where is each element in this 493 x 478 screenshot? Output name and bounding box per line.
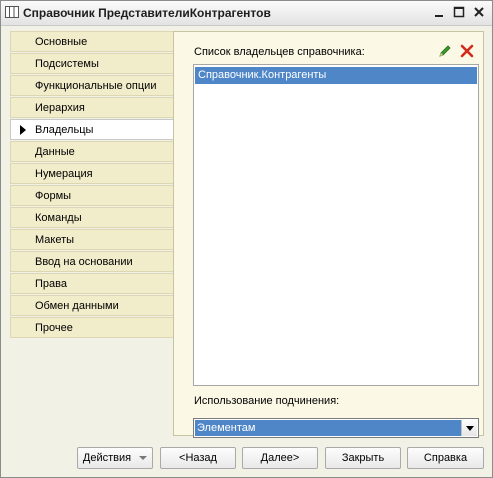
nav-item-other[interactable]: Прочее bbox=[10, 317, 173, 338]
actions-button[interactable]: Действия bbox=[77, 447, 153, 469]
list-item[interactable]: Справочник.Контрагенты bbox=[195, 67, 477, 84]
nav-item-forms[interactable]: Формы bbox=[10, 185, 173, 206]
nav-item-hierarchy[interactable]: Иерархия bbox=[10, 97, 173, 118]
nav-item-label: Данные bbox=[35, 146, 75, 158]
nav-item-numbering[interactable]: Нумерация bbox=[10, 163, 173, 184]
close-label: Закрыть bbox=[341, 452, 385, 464]
nav-item-basic[interactable]: Основные bbox=[10, 31, 173, 52]
chevron-down-icon bbox=[139, 456, 148, 461]
nav-item-subsystems[interactable]: Подсистемы bbox=[10, 53, 173, 74]
subordination-value: Элементам bbox=[195, 420, 461, 436]
help-button[interactable]: Справка bbox=[407, 447, 484, 469]
next-label: Далее> bbox=[260, 452, 300, 464]
title-bar: Справочник ПредставителиКонтрагентов bbox=[1, 1, 492, 26]
nav-item-owners[interactable]: Владельцы bbox=[10, 119, 173, 140]
window-title: Справочник ПредставителиКонтрагентов bbox=[23, 6, 271, 20]
pencil-icon[interactable] bbox=[438, 44, 452, 58]
delete-icon[interactable] bbox=[460, 44, 474, 58]
nav-item-label: Основные bbox=[35, 36, 88, 48]
nav-item-rights[interactable]: Права bbox=[10, 273, 173, 294]
subordination-value-text: Элементам bbox=[197, 422, 256, 434]
back-label: <Назад bbox=[179, 452, 217, 464]
nav-item-label: Ввод на основании bbox=[35, 256, 133, 268]
minimize-icon[interactable] bbox=[431, 4, 447, 20]
back-button[interactable]: <Назад bbox=[160, 447, 236, 469]
section-nav: Основные Подсистемы Функциональные опции… bbox=[10, 31, 173, 339]
close-icon[interactable] bbox=[471, 4, 487, 20]
owners-list[interactable]: Справочник.Контрагенты bbox=[193, 64, 479, 386]
nav-item-commands[interactable]: Команды bbox=[10, 207, 173, 228]
nav-item-label: Права bbox=[35, 278, 67, 290]
subordination-label: Использование подчинения: bbox=[194, 395, 340, 407]
nav-item-data[interactable]: Данные bbox=[10, 141, 173, 162]
nav-item-label: Макеты bbox=[35, 234, 75, 246]
nav-item-data-exchange[interactable]: Обмен данными bbox=[10, 295, 173, 316]
nav-item-label: Формы bbox=[35, 190, 72, 202]
list-item-label: Справочник.Контрагенты bbox=[198, 69, 327, 81]
nav-item-label: Иерархия bbox=[35, 102, 85, 114]
next-button[interactable]: Далее> bbox=[242, 447, 318, 469]
nav-item-label: Подсистемы bbox=[35, 58, 99, 70]
close-button[interactable]: Закрыть bbox=[325, 447, 401, 469]
nav-item-label: Нумерация bbox=[35, 168, 93, 180]
triangle-right-icon bbox=[20, 125, 26, 135]
table-icon bbox=[5, 6, 19, 18]
owners-list-label: Список владельцев справочника: bbox=[194, 46, 365, 58]
maximize-icon[interactable] bbox=[451, 4, 467, 20]
nav-item-label: Команды bbox=[35, 212, 82, 224]
nav-item-label: Функциональные опции bbox=[35, 80, 157, 92]
nav-item-input-by-string[interactable]: Ввод на основании bbox=[10, 251, 173, 272]
help-label: Справка bbox=[423, 452, 468, 464]
chevron-down-icon[interactable] bbox=[461, 420, 477, 436]
nav-item-label: Прочее bbox=[35, 322, 73, 334]
nav-item-templates[interactable]: Макеты bbox=[10, 229, 173, 250]
nav-item-label: Обмен данными bbox=[35, 300, 119, 312]
actions-label: Действия bbox=[82, 452, 132, 464]
catalog-editor-window: Справочник ПредставителиКонтрагентов Осн… bbox=[0, 0, 493, 478]
owners-panel: Список владельцев справочника: Справочни… bbox=[173, 31, 484, 438]
nav-item-functional-options[interactable]: Функциональные опции bbox=[10, 75, 173, 96]
subordination-select[interactable]: Элементам bbox=[193, 418, 479, 438]
window-content: Основные Подсистемы Функциональные опции… bbox=[1, 26, 492, 477]
nav-item-label: Владельцы bbox=[35, 124, 94, 136]
